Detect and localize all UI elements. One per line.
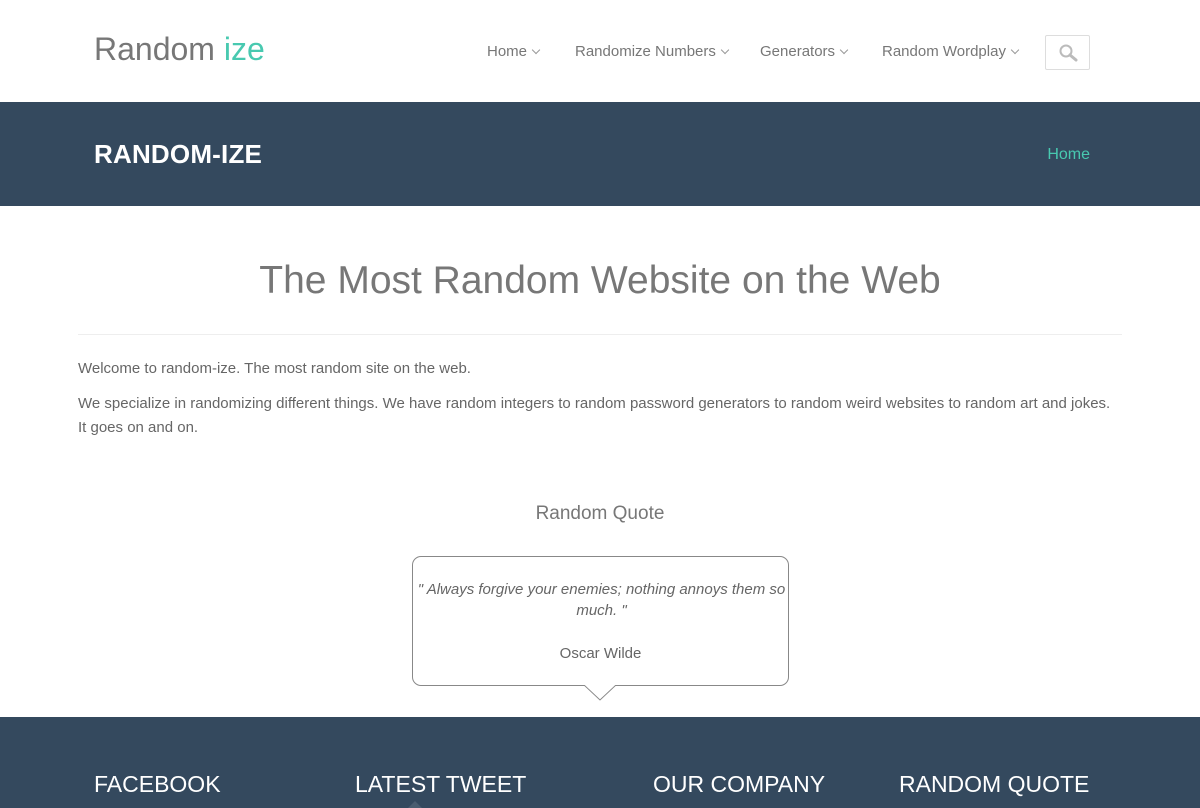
quote-bubble: " Always forgive your enemies; nothing a…	[412, 556, 789, 686]
quote-author: Oscar Wilde	[559, 645, 642, 662]
intro-paragraph: Welcome to random-ize. The most random s…	[78, 360, 471, 377]
site-logo[interactable]: Random ize	[94, 30, 265, 68]
site-header: Random ize Home Randomize Numbers Genera…	[0, 0, 1200, 102]
divider	[78, 334, 1122, 335]
chevron-down-icon	[531, 45, 541, 55]
nav-item-randomize-numbers[interactable]: Randomize Numbers	[575, 42, 730, 62]
breadcrumb-home[interactable]: Home	[1047, 144, 1090, 166]
nav-label: Randomize Numbers	[575, 43, 716, 60]
nav-item-random-wordplay[interactable]: Random Wordplay	[882, 42, 1020, 62]
search-icon	[1059, 44, 1078, 62]
page-title-bar: RANDOM-IZE Home	[0, 102, 1200, 206]
chevron-down-icon	[839, 45, 849, 55]
main-heading: The Most Random Website on the Web	[259, 259, 941, 302]
footer-heading-our-company: OUR COMPANY	[653, 771, 826, 797]
chevron-down-icon	[1010, 45, 1020, 55]
nav-item-home[interactable]: Home	[487, 42, 541, 62]
page-title: RANDOM-IZE	[94, 139, 263, 169]
search-button[interactable]	[1045, 35, 1090, 70]
chevron-down-icon	[720, 45, 730, 55]
nav-label: Random Wordplay	[882, 43, 1006, 60]
footer-heading-latest-tweet: LATEST TWEET	[355, 771, 527, 797]
tweet-pointer	[408, 801, 422, 808]
description-paragraph: We specialize in randomizing different t…	[78, 395, 1111, 436]
nav-label: Generators	[760, 43, 836, 60]
quote-bubble-tail	[584, 685, 616, 701]
footer-heading-facebook: FACEBOOK	[94, 771, 221, 797]
nav-item-generators[interactable]: Generators	[760, 42, 849, 62]
footer-heading-random-quote: RANDOM QUOTE	[899, 771, 1090, 797]
nav-label: Home	[487, 43, 528, 60]
quote-text: " Always forgive your enemies; nothing a…	[417, 581, 786, 619]
random-quote-heading: Random Quote	[535, 503, 665, 524]
site-footer: FACEBOOK LATEST TWEET OUR COMPANY RANDOM…	[0, 717, 1200, 808]
logo-accent: ize	[223, 31, 265, 67]
logo-main: Random	[94, 31, 224, 67]
